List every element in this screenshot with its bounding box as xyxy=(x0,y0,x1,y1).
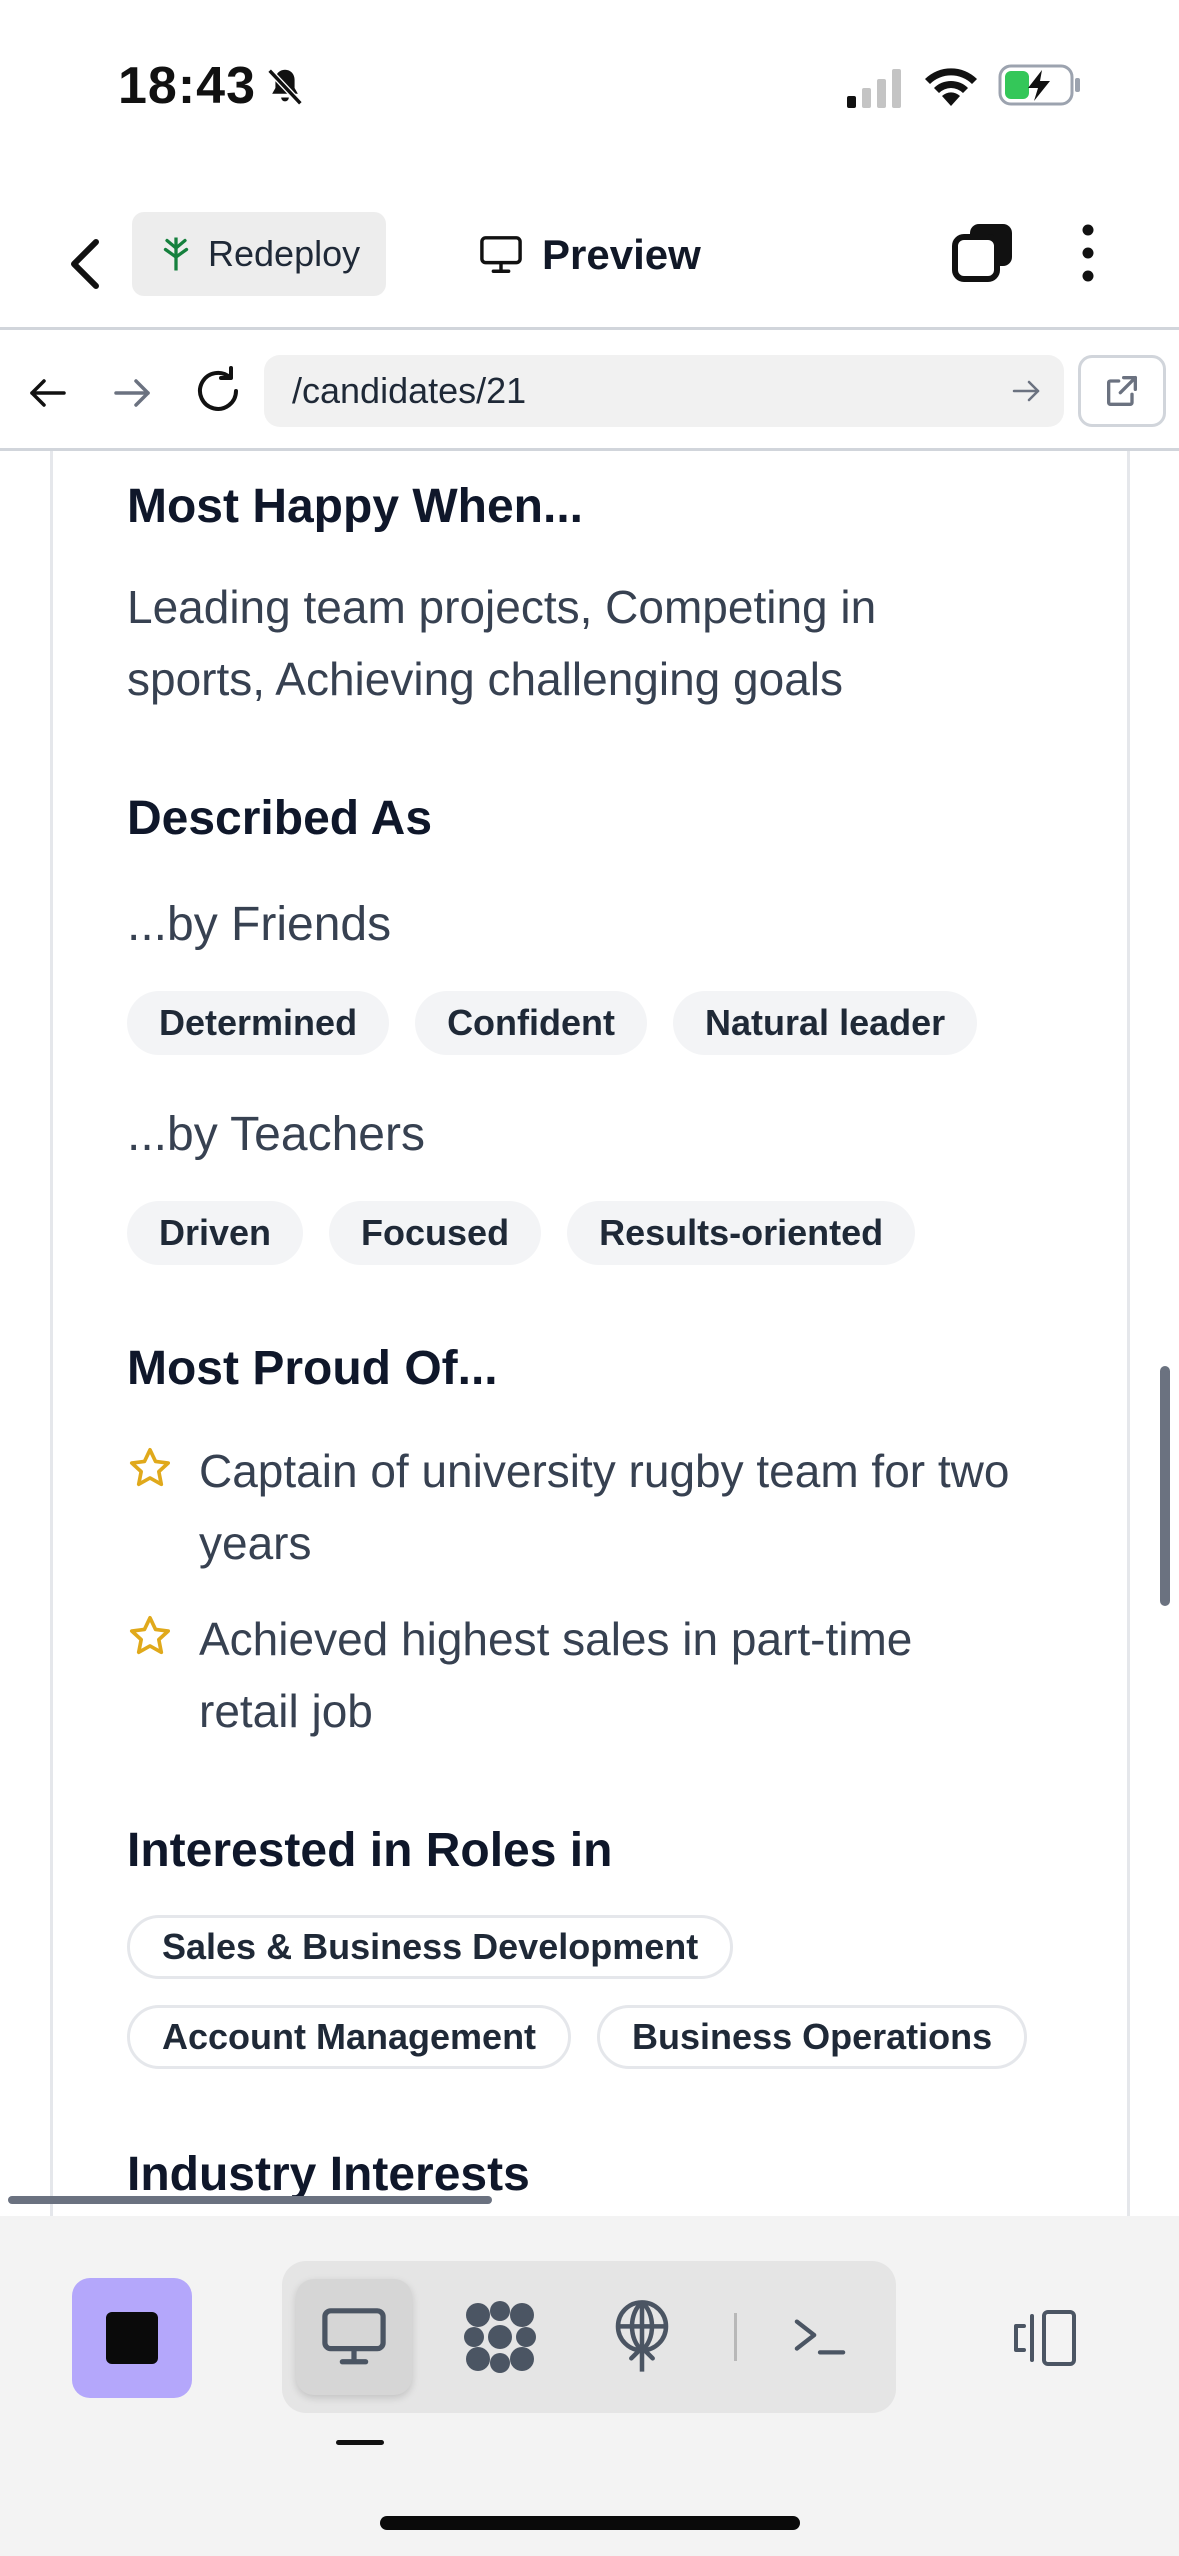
trait-chip: Natural leader xyxy=(673,991,978,1055)
deploy-tree-icon xyxy=(163,237,189,271)
trait-chip: Confident xyxy=(415,991,648,1055)
roles-heading: Interested in Roles in xyxy=(127,1824,613,1877)
url-text: /candidates/21 xyxy=(292,370,527,411)
browser-url-row: /candidates/21 xyxy=(0,333,1179,451)
apps-mode-button[interactable] xyxy=(442,2279,558,2395)
bottom-dock xyxy=(0,2216,1179,2556)
horizontal-scrollbar[interactable] xyxy=(8,2196,492,2204)
home-indicator[interactable] xyxy=(380,2516,800,2530)
url-input[interactable]: /candidates/21 xyxy=(264,355,1064,427)
arrow-left-icon[interactable] xyxy=(24,369,72,417)
split-view-icon[interactable] xyxy=(1010,2308,1080,2368)
bell-off-icon xyxy=(267,68,303,106)
happy-text: Leading team projects, Competing in spor… xyxy=(127,581,877,705)
described-heading: Described As xyxy=(127,792,433,845)
teachers-heading: ...by Teachers xyxy=(127,1108,425,1161)
deploy-mode-button[interactable] xyxy=(584,2279,700,2395)
proud-heading: Most Proud Of... xyxy=(127,1342,498,1395)
roles-row-2: Account Management Business Operations xyxy=(127,2005,1028,2069)
terminal-mode-button[interactable] xyxy=(762,2279,878,2395)
industry-heading: Industry Interests xyxy=(127,2148,530,2201)
friends-traits: Determined Confident Natural leader xyxy=(127,991,978,1055)
deploy-icon xyxy=(615,2300,669,2372)
wifi-icon xyxy=(925,68,977,106)
go-arrow-icon[interactable] xyxy=(1010,375,1042,407)
battery-charging-icon xyxy=(998,64,1080,106)
stop-button[interactable] xyxy=(72,2278,192,2398)
active-tab-indicator xyxy=(336,2440,384,2445)
friends-heading: ...by Friends xyxy=(127,898,392,951)
reload-icon[interactable] xyxy=(190,363,246,419)
monitor-icon xyxy=(480,236,522,273)
desktop-icon xyxy=(322,2308,386,2365)
redeploy-button[interactable]: Redeploy xyxy=(132,212,386,296)
role-chip: Account Management xyxy=(127,2005,572,2069)
mode-divider xyxy=(734,2313,737,2361)
proud-item-text: Captain of university rugby team for two… xyxy=(199,1445,1010,1569)
vertical-scrollbar[interactable] xyxy=(1160,1366,1170,1606)
roles-row-1: Sales & Business Development xyxy=(127,1915,734,1979)
teachers-traits: Driven Focused Results-oriented xyxy=(127,1201,916,1265)
preview-button[interactable]: Preview xyxy=(478,224,701,286)
app-toolbar: Redeploy Preview xyxy=(0,200,1179,330)
mode-switcher xyxy=(282,2261,896,2413)
terminal-icon xyxy=(794,2319,846,2355)
trait-chip: Focused xyxy=(329,1201,542,1265)
back-chevron-icon[interactable] xyxy=(56,224,116,304)
proud-item: Captain of university rugby team for two… xyxy=(127,1435,1027,1579)
cell-signal-icon xyxy=(847,69,901,108)
role-chip: Business Operations xyxy=(597,2005,1028,2069)
candidate-profile-panel: Most Happy When... Leading team projects… xyxy=(50,451,1130,2216)
stop-icon xyxy=(106,2312,158,2364)
trait-chip: Determined xyxy=(127,991,390,1055)
happy-heading: Most Happy When... xyxy=(127,480,583,533)
apps-icon xyxy=(464,2301,536,2373)
trait-chip: Results-oriented xyxy=(567,1201,916,1265)
preview-label: Preview xyxy=(542,231,701,278)
status-time: 18:43 xyxy=(118,57,256,115)
tabs-icon[interactable] xyxy=(950,220,1016,286)
role-chip: Sales & Business Development xyxy=(127,1915,734,1979)
status-bar: 18:43 xyxy=(0,0,1179,170)
desktop-mode-button[interactable] xyxy=(296,2279,412,2395)
redeploy-label: Redeploy xyxy=(208,233,361,274)
proud-item-text: Achieved highest sales in part-time reta… xyxy=(199,1613,913,1737)
proud-item: Achieved highest sales in part-time reta… xyxy=(127,1603,1027,1747)
more-vertical-icon[interactable] xyxy=(1070,220,1106,286)
external-link-icon xyxy=(1107,376,1137,406)
open-external-button[interactable] xyxy=(1078,355,1166,427)
star-icon xyxy=(129,1615,171,1655)
star-icon xyxy=(129,1447,171,1487)
trait-chip: Driven xyxy=(127,1201,304,1265)
arrow-right-icon[interactable] xyxy=(108,369,156,417)
